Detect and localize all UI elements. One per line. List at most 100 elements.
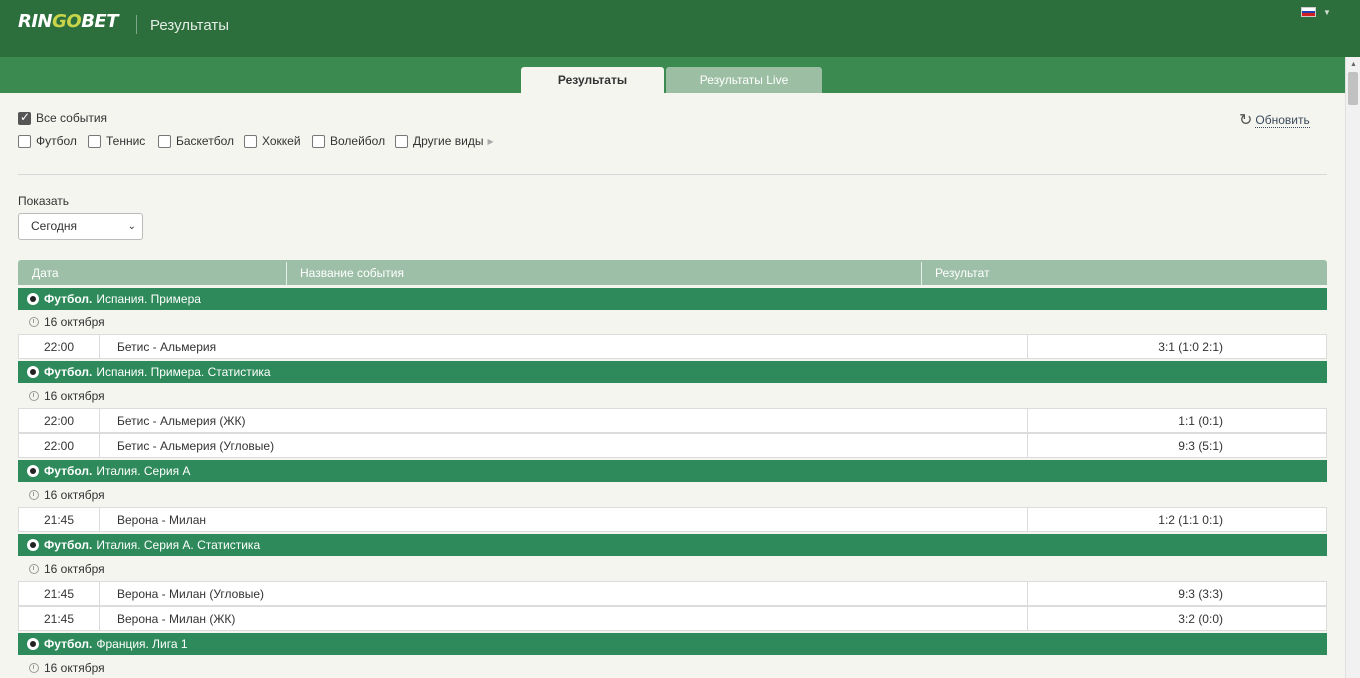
event-name: Верона - Милан bbox=[117, 513, 206, 527]
event-date: 16 октября bbox=[44, 389, 105, 403]
event-result: 3:2 (0:0) bbox=[1027, 607, 1327, 630]
league-name: Италия. Серия А. Статистика bbox=[96, 538, 261, 552]
checkbox[interactable] bbox=[88, 134, 101, 148]
filter-basketball[interactable]: Баскетбол bbox=[158, 134, 234, 148]
scroll-thumb[interactable] bbox=[1348, 72, 1358, 105]
event-result: 1:2 (1:1 0:1) bbox=[1027, 508, 1327, 531]
refresh-label: Обновить bbox=[1255, 113, 1310, 128]
event-name: Бетис - Альмерия (Угловые) bbox=[117, 439, 275, 453]
football-icon bbox=[27, 366, 39, 378]
event-result: 9:3 (5:1) bbox=[1027, 434, 1327, 457]
russian-flag-icon[interactable] bbox=[1301, 7, 1316, 17]
show-label: Показать bbox=[18, 194, 70, 208]
filters-divider bbox=[18, 174, 1327, 175]
date-line: 16 октября bbox=[29, 488, 105, 502]
tab-results-live[interactable]: Результаты Live bbox=[666, 67, 822, 93]
vertical-scrollbar[interactable]: ▲ bbox=[1345, 57, 1360, 678]
event-time: 21:45 bbox=[19, 607, 100, 630]
event-time: 22:00 bbox=[19, 335, 100, 358]
tab-bar: Результаты Результаты Live bbox=[0, 57, 1345, 93]
filter-label: Волейбол bbox=[330, 134, 386, 148]
tab-results[interactable]: Результаты bbox=[521, 67, 664, 93]
filter-label: Все события bbox=[36, 111, 108, 125]
clock-icon bbox=[29, 490, 39, 500]
sport-name: Футбол. bbox=[44, 538, 93, 552]
refresh-icon: ↻ bbox=[1239, 111, 1253, 129]
date-line: 16 октября bbox=[29, 389, 105, 403]
filter-label: Другие виды bbox=[413, 134, 484, 148]
table-row[interactable]: 21:45 Верона - Милан 1:2 (1:1 0:1) bbox=[18, 507, 1327, 532]
column-header-result[interactable]: Результат bbox=[921, 260, 990, 285]
sport-name: Футбол. bbox=[44, 292, 93, 306]
event-result: 3:1 (1:0 2:1) bbox=[1027, 335, 1327, 358]
caret-right-icon[interactable]: ▶ bbox=[487, 137, 493, 146]
league-header[interactable]: Футбол. Франция. Лига 1 bbox=[18, 633, 1327, 655]
league-name: Италия. Серия А bbox=[96, 464, 191, 478]
clock-icon bbox=[29, 564, 39, 574]
filter-hockey[interactable]: Хоккей bbox=[244, 134, 301, 148]
filter-tennis[interactable]: Теннис bbox=[88, 134, 145, 148]
event-date: 16 октября bbox=[44, 661, 105, 675]
table-row[interactable]: 21:45 Верона - Милан (ЖК) 3:2 (0:0) bbox=[18, 606, 1327, 631]
clock-icon bbox=[29, 663, 39, 673]
event-name: Бетис - Альмерия bbox=[117, 340, 217, 354]
league-header[interactable]: Футбол. Испания. Примера bbox=[18, 288, 1327, 310]
page-title: Результаты bbox=[150, 17, 229, 34]
event-time: 21:45 bbox=[19, 582, 100, 605]
chevron-down-icon[interactable]: ▼ bbox=[1323, 8, 1331, 17]
top-header: RINGOBET Результаты ▼ bbox=[0, 0, 1360, 57]
table-row[interactable]: 22:00 Бетис - Альмерия 3:1 (1:0 2:1) bbox=[18, 334, 1327, 359]
scroll-up-arrow-icon[interactable]: ▲ bbox=[1350, 61, 1357, 68]
date-line: 16 октября bbox=[29, 315, 105, 329]
refresh-button[interactable]: ↻ Обновить bbox=[1239, 111, 1310, 129]
football-icon bbox=[27, 465, 39, 477]
period-select-value: Сегодня bbox=[31, 219, 77, 233]
results-table-header: Дата Название события Результат bbox=[18, 260, 1327, 285]
sport-name: Футбол. bbox=[44, 365, 93, 379]
logo-text-part: BET bbox=[81, 11, 118, 32]
filter-volleyball[interactable]: Волейбол bbox=[312, 134, 385, 148]
filter-all-events[interactable]: Все события bbox=[18, 110, 108, 125]
table-row[interactable]: 21:45 Верона - Милан (Угловые) 9:3 (3:3) bbox=[18, 581, 1327, 606]
clock-icon bbox=[29, 317, 39, 327]
filter-other-sports[interactable]: Другие виды ▶ bbox=[395, 134, 494, 148]
sport-name: Футбол. bbox=[44, 637, 93, 651]
date-line: 16 октября bbox=[29, 562, 105, 576]
event-date: 16 октября bbox=[44, 488, 105, 502]
checkbox[interactable] bbox=[395, 134, 408, 148]
table-row[interactable]: 22:00 Бетис - Альмерия (ЖК) 1:1 (0:1) bbox=[18, 408, 1327, 433]
event-time: 22:00 bbox=[19, 409, 100, 432]
event-name: Бетис - Альмерия (ЖК) bbox=[117, 414, 246, 428]
clock-icon bbox=[29, 391, 39, 401]
ringobet-logo[interactable]: RINGOBET bbox=[18, 11, 118, 32]
table-row[interactable]: 22:00 Бетис - Альмерия (Угловые) 9:3 (5:… bbox=[18, 433, 1327, 458]
event-date: 16 октября bbox=[44, 315, 105, 329]
checkbox[interactable] bbox=[18, 110, 31, 125]
checkbox[interactable] bbox=[244, 134, 257, 148]
event-time: 22:00 bbox=[19, 434, 100, 457]
football-icon bbox=[27, 539, 39, 551]
league-header[interactable]: Футбол. Италия. Серия А bbox=[18, 460, 1327, 482]
league-header[interactable]: Футбол. Испания. Примера. Статистика bbox=[18, 361, 1327, 383]
checkbox[interactable] bbox=[158, 134, 171, 148]
period-select[interactable]: Сегодня ⌄ bbox=[18, 213, 143, 240]
league-header[interactable]: Футбол. Италия. Серия А. Статистика bbox=[18, 534, 1327, 556]
checkbox[interactable] bbox=[312, 134, 325, 148]
event-time: 21:45 bbox=[19, 508, 100, 531]
filter-label: Хоккей bbox=[262, 134, 301, 148]
league-name: Испания. Примера bbox=[96, 292, 201, 306]
event-result: 9:3 (3:3) bbox=[1027, 582, 1327, 605]
header-divider bbox=[136, 15, 137, 34]
event-name: Верона - Милан (Угловые) bbox=[117, 587, 264, 601]
filter-label: Футбол bbox=[36, 134, 77, 148]
chevron-down-icon: ⌄ bbox=[127, 221, 136, 232]
filter-football[interactable]: Футбол bbox=[18, 134, 77, 148]
event-name: Верона - Милан (ЖК) bbox=[117, 612, 236, 626]
checkbox[interactable] bbox=[18, 134, 31, 148]
football-icon bbox=[27, 293, 39, 305]
football-icon bbox=[27, 638, 39, 650]
sport-name: Футбол. bbox=[44, 464, 93, 478]
column-header-event-name[interactable]: Название события bbox=[286, 260, 404, 285]
event-date: 16 октября bbox=[44, 562, 105, 576]
column-header-date[interactable]: Дата bbox=[18, 260, 59, 285]
